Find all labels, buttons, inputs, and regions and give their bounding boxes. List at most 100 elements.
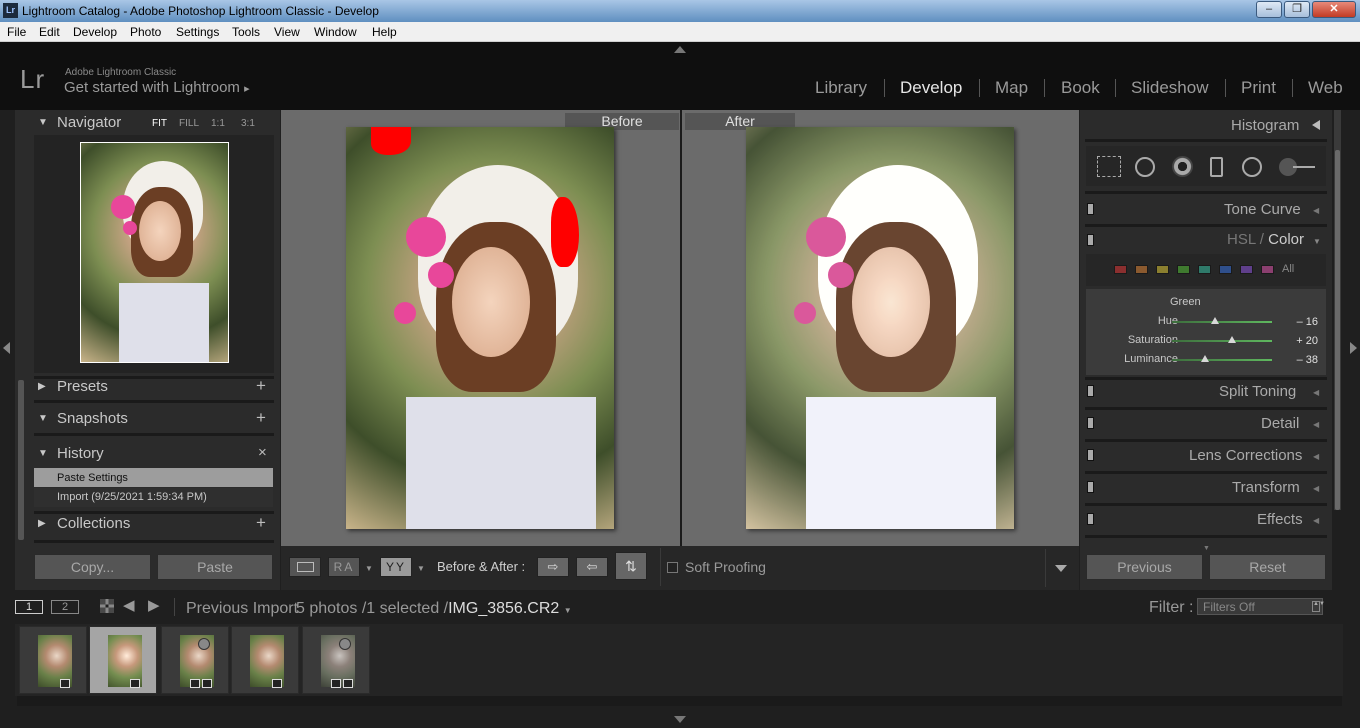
get-started-link[interactable]: Get started with Lightroom ▸ <box>64 79 250 96</box>
filmstrip-thumbnail-selected[interactable] <box>89 626 157 694</box>
history-collapse-icon[interactable]: ▼ <box>38 448 48 459</box>
red-eye-tool-icon[interactable] <box>1172 156 1193 177</box>
bottom-panel-toggle-icon[interactable] <box>674 716 686 723</box>
toolbar-content-dropdown-icon[interactable] <box>1055 565 1067 572</box>
module-library[interactable]: Library <box>815 78 867 98</box>
filter-dropdown-icon[interactable]: ▲▼ <box>1312 601 1325 612</box>
top-panel-toggle-icon[interactable] <box>674 46 686 53</box>
effects-toggle-switch[interactable] <box>1087 513 1094 525</box>
main-window-button[interactable]: 1 <box>15 600 43 614</box>
grid-view-icon[interactable] <box>100 599 114 613</box>
close-window-button[interactable]: ✕ <box>1312 1 1356 18</box>
copy-after-to-before-button[interactable]: ⇦ <box>576 557 608 577</box>
slider-handle[interactable] <box>1201 355 1209 362</box>
module-book[interactable]: Book <box>1061 78 1100 98</box>
split-toning-expand-icon[interactable]: ◀ <box>1313 388 1319 397</box>
color-swatch[interactable] <box>1219 265 1232 274</box>
filmstrip-thumbnail[interactable] <box>302 626 370 694</box>
saturation-slider[interactable] <box>1172 340 1272 342</box>
detail-expand-icon[interactable]: ◀ <box>1313 420 1319 429</box>
color-all-button[interactable]: All <box>1282 263 1294 275</box>
filmstrip-thumbnail[interactable] <box>19 626 87 694</box>
hsl-toggle-switch[interactable] <box>1087 234 1094 246</box>
color-swatch[interactable] <box>1240 265 1253 274</box>
spot-removal-tool-icon[interactable] <box>1135 157 1155 177</box>
before-after-left-right-button[interactable]: RA <box>328 557 360 577</box>
presets-expand-icon[interactable]: ▶ <box>38 381 46 392</box>
menu-settings[interactable]: Settings <box>176 25 219 39</box>
secondary-window-button[interactable]: 2 <box>51 600 79 614</box>
clear-history-icon[interactable]: × <box>258 444 267 461</box>
history-item-import[interactable]: Import (9/25/2021 1:59:34 PM) <box>34 488 273 507</box>
swap-before-after-button[interactable]: ⇅ <box>615 552 647 580</box>
zoom-1-1[interactable]: 1:1 <box>211 118 225 129</box>
soft-proofing-checkbox[interactable] <box>667 562 678 573</box>
collections-expand-icon[interactable]: ▶ <box>38 518 46 529</box>
left-panel-toggle-icon[interactable] <box>3 342 10 354</box>
tone-curve-toggle-switch[interactable] <box>1087 203 1094 215</box>
copy-button[interactable]: Copy... <box>34 554 151 580</box>
module-map[interactable]: Map <box>995 78 1028 98</box>
effects-expand-icon[interactable]: ◀ <box>1313 516 1319 525</box>
before-image[interactable] <box>346 127 614 529</box>
copy-before-to-after-button[interactable]: ⇨ <box>537 557 569 577</box>
history-item-paste-settings[interactable]: Paste Settings <box>34 468 273 487</box>
menu-photo[interactable]: Photo <box>130 25 161 39</box>
color-swatch[interactable] <box>1135 265 1148 274</box>
add-snapshot-icon[interactable]: + <box>256 408 266 428</box>
transform-toggle-switch[interactable] <box>1087 481 1094 493</box>
detail-title[interactable]: Detail <box>1261 415 1299 432</box>
color-swatch[interactable] <box>1114 265 1127 274</box>
menu-window[interactable]: Window <box>314 25 357 39</box>
crop-tool-icon[interactable] <box>1097 156 1121 177</box>
lens-corrections-expand-icon[interactable]: ◀ <box>1313 452 1319 461</box>
maximize-button[interactable]: ❐ <box>1284 1 1310 18</box>
reset-button[interactable]: Reset <box>1209 554 1326 580</box>
menu-view[interactable]: View <box>274 25 300 39</box>
after-image[interactable] <box>746 127 1014 529</box>
radial-filter-tool-icon[interactable] <box>1242 157 1262 177</box>
source-label[interactable]: Previous Import <box>186 600 298 618</box>
filter-select[interactable]: Filters Off <box>1197 598 1323 615</box>
loupe-view-button[interactable] <box>289 557 321 577</box>
menu-edit[interactable]: Edit <box>39 25 60 39</box>
hue-value[interactable]: – 16 <box>1278 316 1318 328</box>
more-panels-icon[interactable]: ▼ <box>1203 545 1210 552</box>
luminance-slider[interactable] <box>1172 359 1272 361</box>
transform-title[interactable]: Transform <box>1232 479 1300 496</box>
color-swatch[interactable] <box>1156 265 1169 274</box>
tone-curve-title[interactable]: Tone Curve <box>1224 201 1301 218</box>
menu-tools[interactable]: Tools <box>232 25 260 39</box>
right-panel-scrollbar[interactable] <box>1335 150 1340 510</box>
next-photo-arrow-icon[interactable]: ▶ <box>148 596 160 614</box>
split-options-dropdown-icon[interactable]: ▼ <box>417 564 425 573</box>
transform-expand-icon[interactable]: ◀ <box>1313 484 1319 493</box>
tone-curve-expand-icon[interactable]: ◀ <box>1313 206 1319 215</box>
saturation-value[interactable]: + 20 <box>1278 335 1318 347</box>
view-options-dropdown-icon[interactable]: ▼ <box>365 564 373 573</box>
module-web[interactable]: Web <box>1308 78 1343 98</box>
paste-button[interactable]: Paste <box>157 554 273 580</box>
add-collection-icon[interactable]: + <box>256 513 266 533</box>
split-toning-toggle-switch[interactable] <box>1087 385 1094 397</box>
luminance-value[interactable]: – 38 <box>1278 354 1318 366</box>
color-swatch[interactable] <box>1198 265 1211 274</box>
before-after-split-button[interactable]: YY <box>380 557 412 577</box>
color-swatch[interactable] <box>1177 265 1190 274</box>
add-preset-icon[interactable]: + <box>256 376 266 396</box>
previous-photo-arrow-icon[interactable]: ◀ <box>123 596 135 614</box>
graduated-filter-tool-icon[interactable] <box>1210 157 1223 177</box>
slider-handle[interactable] <box>1211 317 1219 324</box>
color-swatch[interactable] <box>1261 265 1274 274</box>
filmstrip-thumbnail[interactable] <box>231 626 299 694</box>
right-panel-toggle-icon[interactable] <box>1350 342 1357 354</box>
detail-toggle-switch[interactable] <box>1087 417 1094 429</box>
left-panel-scrollbar[interactable] <box>18 380 24 540</box>
minimize-button[interactable]: – <box>1256 1 1282 18</box>
navigator-preview-image[interactable] <box>80 142 229 363</box>
zoom-fit[interactable]: FIT <box>152 118 167 129</box>
module-develop[interactable]: Develop <box>900 78 962 98</box>
zoom-3-1[interactable]: 3:1 <box>241 118 255 129</box>
hsl-collapse-icon[interactable]: ▼ <box>1313 237 1321 246</box>
effects-title[interactable]: Effects <box>1257 511 1303 528</box>
